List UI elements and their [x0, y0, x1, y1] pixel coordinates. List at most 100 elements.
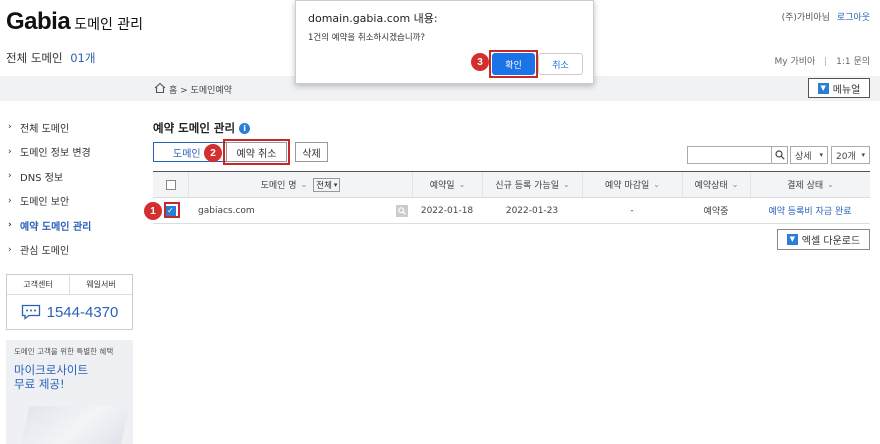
cs-tabs: 고객센터 웨일서버: [7, 275, 132, 295]
sidebar-item-label: 도메인 정보 변경: [20, 148, 91, 160]
sort-icon: ⌄: [562, 180, 570, 189]
promo-line-1: 마이크로사이트: [14, 363, 89, 377]
logo-mark: Gabia: [6, 8, 71, 35]
excel-download-button[interactable]: ▼ 엑셀 다운로드: [777, 229, 870, 250]
domain-count: 전체 도메인 01개: [6, 50, 95, 66]
excel-download-label: 엑셀 다운로드: [801, 236, 861, 247]
chevron-right-icon: ›: [8, 171, 12, 182]
cell-deadline: -: [630, 205, 634, 216]
confirm-dialog: domain.gabia.com 내용: 1건의 예약을 취소하시겠습니까? 확…: [295, 0, 594, 84]
search-input[interactable]: [687, 146, 772, 164]
page-size-value: 20개: [836, 151, 856, 162]
chevron-right-icon: ›: [8, 146, 12, 157]
sidebar-item-label: 도메인 보안: [20, 197, 70, 209]
sidebar-item-reserved[interactable]: › 예약 도메인 관리: [6, 213, 132, 238]
highlight-frame-ok: [489, 50, 538, 78]
manual-button-label: 메뉴얼: [832, 84, 861, 96]
cs-phone-number: 1544-4370: [46, 303, 119, 321]
home-icon[interactable]: [154, 82, 166, 94]
delete-button[interactable]: 삭제: [295, 142, 328, 162]
step-badge-3: 3: [471, 53, 489, 71]
sidebar-item-domain-info[interactable]: › 도메인 정보 변경: [6, 140, 132, 165]
promo-banner[interactable]: 도메인 고객을 위한 특별한 혜택 마이크로사이트 무료 제공!: [6, 340, 133, 444]
header-status[interactable]: 예약상태 ⌄: [682, 172, 750, 197]
dialog-title: domain.gabia.com 내용:: [308, 12, 438, 25]
download-icon: ▼: [786, 234, 798, 245]
sort-icon: ⌄: [458, 180, 466, 189]
my-gabia-link[interactable]: My 가비아: [775, 57, 816, 67]
customer-center-box: 고객센터 웨일서버 1544-4370: [6, 274, 133, 330]
domain-count-value[interactable]: 01개: [70, 51, 95, 65]
page-size-select[interactable]: 20개 ▾: [831, 146, 870, 164]
chevron-down-icon: ▾: [333, 180, 338, 189]
info-icon[interactable]: i: [239, 122, 251, 134]
header-reserve-date[interactable]: 예약일 ⌄: [412, 172, 482, 197]
header-domain[interactable]: 도메인 명 ⌄ 전체 ▾: [188, 172, 412, 197]
page-title-text: 예약 도메인 관리: [153, 121, 236, 135]
select-all-checkbox[interactable]: [165, 179, 176, 190]
cell-reserve-date: 2022-01-18: [420, 205, 474, 216]
chevron-right-icon: ›: [8, 122, 12, 133]
highlight-frame-cancel: [223, 139, 290, 165]
search-button[interactable]: [771, 146, 788, 164]
sidebar-item-dns[interactable]: › DNS 정보: [6, 164, 132, 189]
domain-name: gabiacs.com: [198, 205, 255, 216]
promo-caption: 도메인 고객을 위한 특별한 혜택: [14, 347, 114, 356]
chevron-right-icon: ›: [8, 220, 12, 231]
header-reserve-date-label: 예약일: [429, 181, 455, 191]
logout-link[interactable]: 로그아웃: [837, 13, 870, 23]
logo[interactable]: Gabia 도메인 관리: [6, 8, 143, 36]
magnify-icon[interactable]: [396, 204, 408, 217]
chevron-down-icon: ▾: [819, 151, 823, 159]
step-badge-1: 1: [144, 202, 162, 220]
inquiry-link[interactable]: 1:1 문의: [836, 57, 870, 67]
manual-button[interactable]: ▼ 메뉴얼: [808, 78, 870, 98]
header-payment[interactable]: 결제 상태 ⌄: [750, 172, 870, 197]
page-title: 예약 도메인 관리 i: [153, 120, 251, 136]
tab-customer-center[interactable]: 고객센터: [7, 275, 69, 294]
search-icon: [774, 150, 785, 160]
sort-icon: ⌄: [827, 180, 834, 189]
reservation-table: 도메인 명 ⌄ 전체 ▾ 예약일 ⌄ 신규 등록 가능일 ⌄ 예약 마감일 ⌄ …: [153, 171, 870, 224]
app-title: 도메인 관리: [74, 17, 144, 33]
chevron-right-icon: ›: [8, 244, 12, 255]
step-badge-2: 2: [204, 144, 222, 162]
sidebar-item-all-domains[interactable]: › 전체 도메인: [6, 115, 132, 140]
table-header: 도메인 명 ⌄ 전체 ▾ 예약일 ⌄ 신규 등록 가능일 ⌄ 예약 마감일 ⌄ …: [153, 172, 870, 198]
header-deadline[interactable]: 예약 마감일 ⌄: [582, 172, 682, 197]
sidebar-item-label: 예약 도메인 관리: [20, 221, 92, 233]
sidebar-item-label: 전체 도메인: [20, 123, 70, 135]
detail-select[interactable]: 상세 ▾: [790, 146, 828, 164]
header-payment-label: 결제 상태: [787, 181, 824, 191]
highlight-frame-checkbox: [164, 202, 180, 218]
sidebar-item-label: 관심 도메인: [20, 246, 70, 258]
chevron-right-icon: ›: [8, 195, 12, 206]
domain-filter-select[interactable]: 전체 ▾: [313, 177, 341, 192]
chat-icon: [21, 304, 40, 320]
header-new-reg[interactable]: 신규 등록 가능일 ⌄: [482, 172, 582, 197]
cs-phone: 1544-4370: [7, 295, 132, 329]
cell-new-reg: 2022-01-23: [505, 205, 559, 216]
header-new-reg-label: 신규 등록 가능일: [495, 181, 559, 191]
header-checkbox-cell: [153, 172, 188, 197]
tab-web-server[interactable]: 웨일서버: [69, 275, 132, 294]
sidebar-item-watchlist[interactable]: › 관심 도메인: [6, 238, 132, 263]
dialog-message: 1건의 예약을 취소하시겠습니까?: [308, 33, 425, 43]
sidebar-item-security[interactable]: › 도메인 보안: [6, 189, 132, 214]
promo-line-2: 무료 제공!: [14, 377, 65, 392]
breadcrumb: 홈 > 도메인예약: [169, 86, 232, 96]
dialog-cancel-button[interactable]: 취소: [538, 53, 583, 75]
header-deadline-label: 예약 마감일: [605, 181, 650, 191]
sort-icon: ⌄: [731, 180, 739, 189]
chevron-down-icon: ▾: [861, 151, 865, 159]
delete-button-label: 삭제: [302, 148, 321, 160]
user-menu: (주)가비아님 로그아웃: [782, 10, 870, 23]
chevron-down-icon: ▼: [817, 82, 829, 94]
detail-select-value: 상세: [795, 151, 812, 162]
link-separator: |: [824, 57, 828, 67]
user-name: (주)가비아님: [781, 13, 830, 23]
sidebar-item-label: DNS 정보: [20, 172, 64, 184]
sort-icon: ⌄: [300, 180, 308, 189]
cell-payment[interactable]: 예약 등록비 자금 완료: [750, 198, 870, 223]
cell-status: 예약중: [703, 207, 729, 217]
